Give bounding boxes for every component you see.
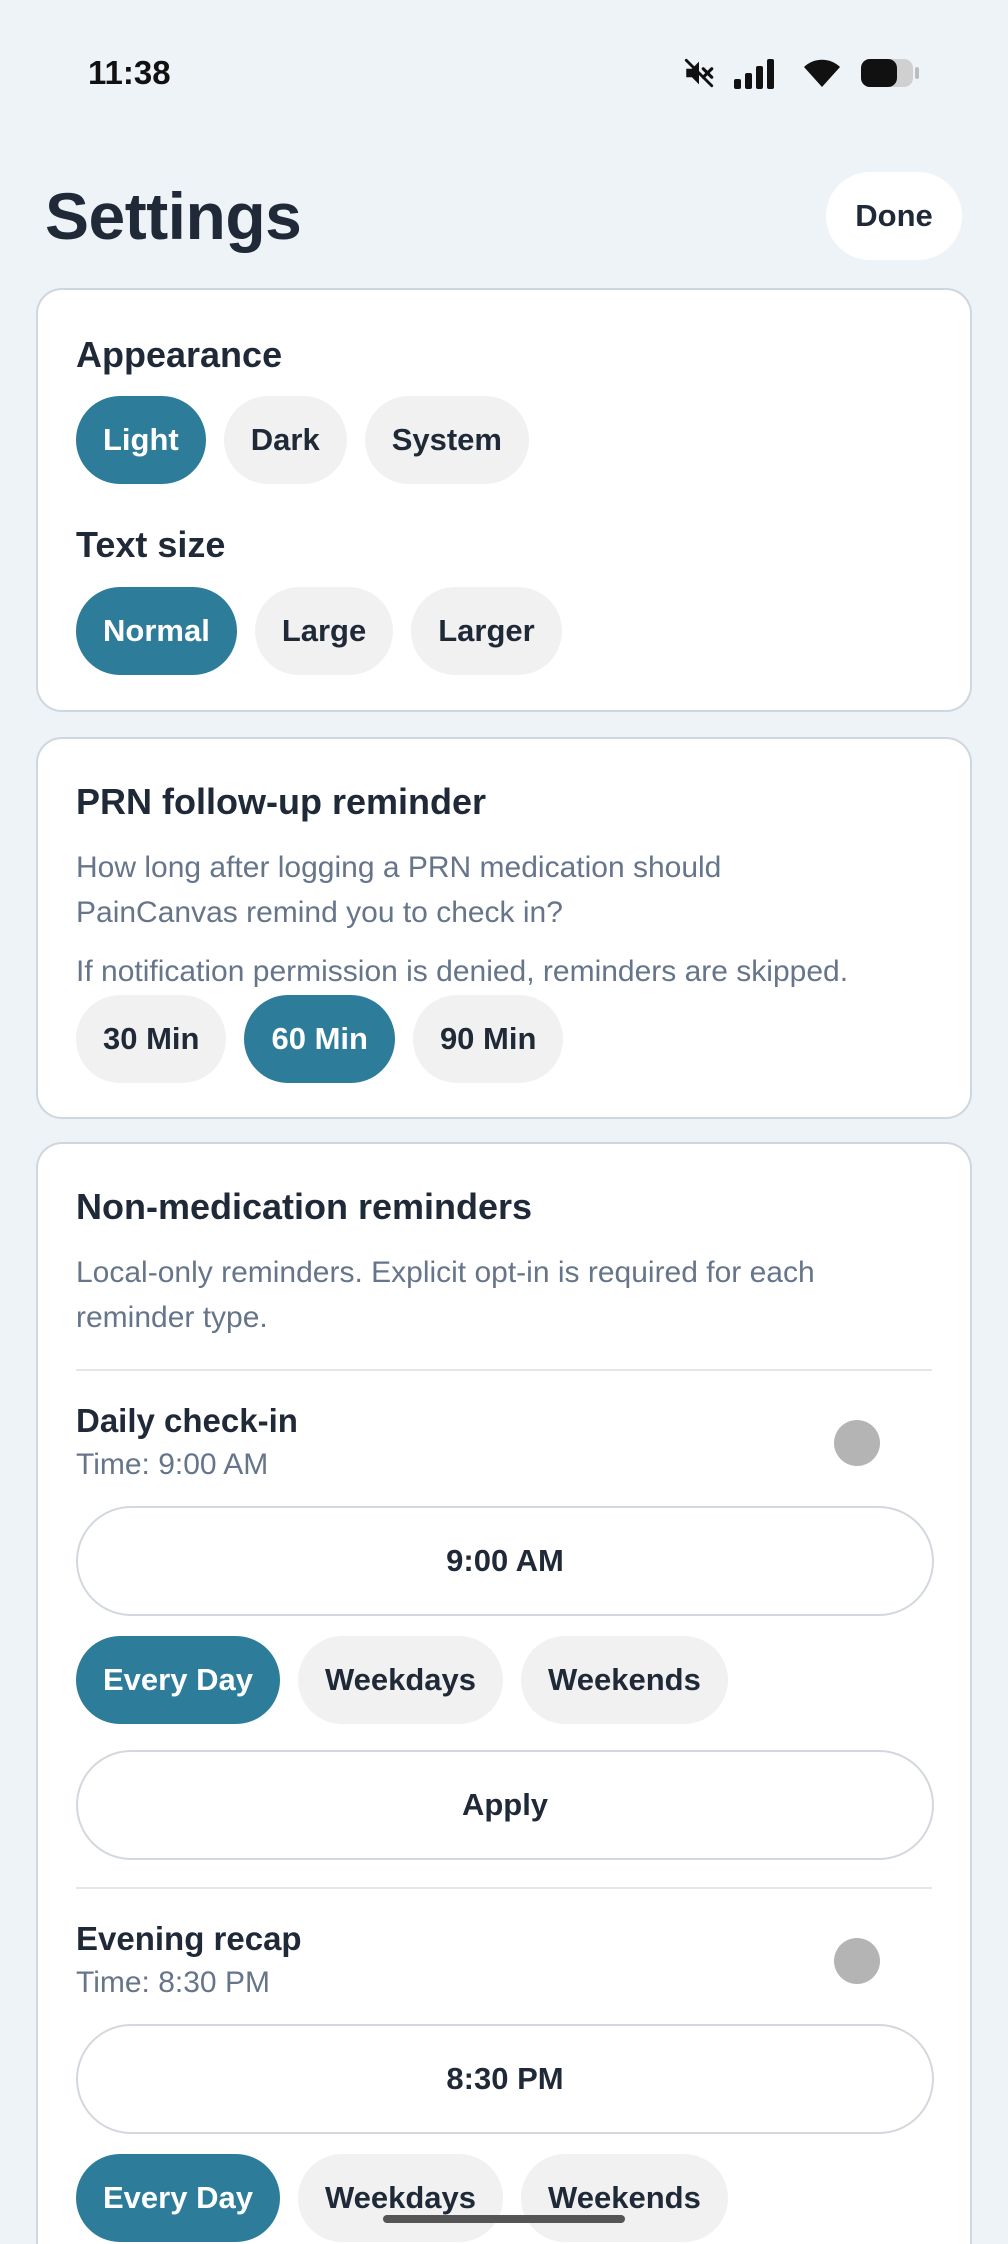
prn-title: PRN follow-up reminder [76,781,487,822]
appearance-title: Appearance [76,334,283,375]
evening-weekends-option[interactable]: Weekends [521,2154,728,2242]
battery-icon [861,59,919,87]
evening-weekdays-option[interactable]: Weekdays [297,2154,504,2242]
status-time: 11:38 [88,54,171,91]
prn-30-min-option[interactable]: 30 Min [76,995,227,1083]
divider [76,1369,932,1371]
appearance-options: Light Dark System [76,396,529,484]
prn-90-min-option[interactable]: 90 Min [412,995,564,1083]
done-button[interactable]: Done [826,172,962,260]
daily-every-day-option[interactable]: Every Day [76,1636,280,1724]
text-size-options: Normal Large Larger [76,587,562,675]
non-med-title: Non-medication reminders [76,1186,533,1227]
daily-check-in-time-button[interactable]: 9:00 AM [76,1506,934,1616]
daily-check-in-frequency-options: Every Day Weekdays Weekends [76,1636,728,1724]
divider [76,1887,932,1889]
text-size-large-option[interactable]: Large [254,587,394,675]
text-size-larger-option[interactable]: Larger [411,587,562,675]
signal-icon [734,59,774,89]
prn-permission-note: If notification permission is denied, re… [76,955,849,988]
evening-recap-toggle[interactable] [834,1938,880,1984]
daily-check-in-time-label: Time: 9:00 AM [76,1448,269,1481]
non-med-description: Local-only reminders. Explicit opt-in is… [76,1256,815,1334]
appearance-system-option[interactable]: System [364,396,529,484]
prn-description: How long after logging a PRN medication … [76,851,722,929]
daily-check-in-title: Daily check-in [76,1402,298,1439]
status-icons [682,56,920,90]
prn-reminder-card: PRN follow-up reminder How long after lo… [36,737,972,1119]
evening-every-day-option[interactable]: Every Day [76,2154,280,2242]
prn-interval-options: 30 Min 60 Min 90 Min [76,995,564,1083]
mute-icon [684,58,714,88]
evening-recap-time-button[interactable]: 8:30 PM [76,2024,934,2134]
appearance-dark-option[interactable]: Dark [223,396,347,484]
home-indicator[interactable] [383,2215,625,2223]
evening-recap-title: Evening recap [76,1920,302,1957]
appearance-light-option[interactable]: Light [76,396,206,484]
evening-recap-frequency-options: Every Day Weekdays Weekends [76,2154,728,2242]
text-size-title: Text size [76,524,226,565]
wifi-icon [804,59,840,87]
page-title: Settings [45,179,302,253]
evening-recap-time-label: Time: 8:30 PM [76,1966,270,1999]
prn-60-min-option[interactable]: 60 Min [244,995,395,1083]
daily-check-in-toggle[interactable] [834,1420,880,1466]
daily-weekdays-option[interactable]: Weekdays [297,1636,504,1724]
text-size-normal-option[interactable]: Normal [76,587,237,675]
display-settings-card: Appearance Light Dark System Text size N… [36,288,972,712]
non-medication-reminders-card: Non-medication reminders Local-only remi… [36,1142,972,2244]
daily-check-in-apply-button[interactable]: Apply [76,1750,934,1860]
daily-weekends-option[interactable]: Weekends [521,1636,728,1724]
status-bar: 11:38 [0,0,1008,150]
